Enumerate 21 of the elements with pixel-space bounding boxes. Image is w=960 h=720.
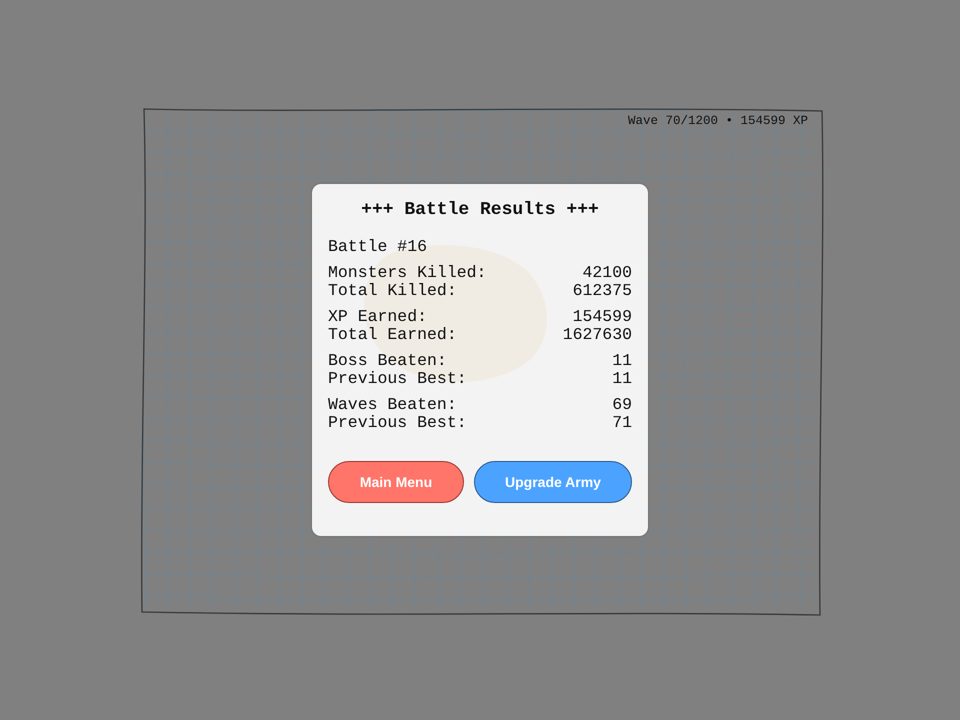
stat-label: Waves Beaten:	[328, 396, 457, 414]
main-menu-button[interactable]: Main Menu	[328, 461, 464, 503]
battle-number: Battle #16	[328, 238, 428, 256]
upgrade-army-button[interactable]: Upgrade Army	[474, 461, 632, 503]
stat-value: 612375	[572, 282, 632, 300]
stat-label: XP Earned:	[328, 308, 428, 326]
stat-label: Previous Best:	[328, 414, 467, 432]
stat-label: Boss Beaten:	[328, 352, 447, 370]
stat-value: 1627630	[562, 326, 632, 344]
stat-value: 42100	[582, 264, 632, 282]
stat-label: Monsters Killed:	[328, 264, 486, 282]
stat-value: 69	[612, 396, 632, 414]
stat-value: 11	[612, 352, 632, 370]
stat-value: 71	[612, 414, 632, 432]
wave-status-text: Wave 70/1200 • 154599 XP	[628, 113, 808, 129]
stat-label: Total Killed:	[328, 282, 457, 300]
stat-label: Total Earned:	[328, 326, 457, 344]
stat-label: Previous Best:	[328, 370, 467, 388]
stat-value: 154599	[572, 308, 632, 326]
stat-value: 11	[612, 370, 632, 388]
dialog-title: +++ Battle Results +++	[360, 199, 600, 221]
